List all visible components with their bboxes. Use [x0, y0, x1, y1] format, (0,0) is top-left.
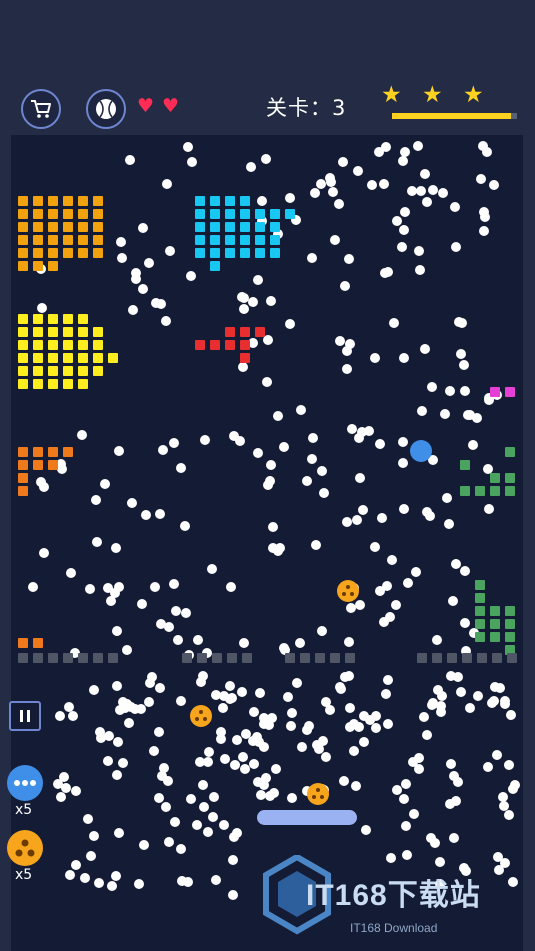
ball-skin-button[interactable]	[86, 89, 126, 129]
player-ball	[410, 440, 432, 462]
star-icon: ★	[463, 82, 484, 108]
level-progress-fill	[392, 113, 511, 119]
star-icon: ★	[381, 82, 402, 108]
watermark-title: IT168下载站	[306, 879, 481, 912]
life-heart-icon: ♥	[162, 95, 180, 117]
three-dots-icon	[14, 780, 36, 786]
watermark-subtitle: IT168 Download	[350, 921, 438, 935]
game-field[interactable]	[11, 135, 523, 951]
split-ball-button[interactable]	[7, 830, 43, 866]
watermark: IT168下载站 IT168 Download	[262, 855, 532, 940]
triple-ball-icon	[15, 839, 35, 857]
life-heart-icon: ♥	[137, 95, 155, 117]
shop-button[interactable]	[21, 89, 61, 129]
multi-ball-count: x5	[15, 802, 33, 818]
baseball-icon	[96, 99, 116, 119]
split-ball-count: x5	[15, 867, 33, 883]
paddle[interactable]	[257, 810, 357, 825]
star-icon: ★	[422, 82, 443, 108]
multi-ball-button[interactable]	[7, 765, 43, 801]
level-progress-bar	[392, 113, 517, 119]
cart-icon	[31, 100, 51, 118]
pause-button[interactable]	[9, 701, 41, 731]
multi-ball-powerup	[190, 705, 212, 727]
multi-ball-powerup	[307, 783, 329, 805]
pause-icon	[20, 710, 30, 722]
level-label: 关卡：3	[266, 96, 347, 120]
multi-ball-powerup	[337, 580, 359, 602]
